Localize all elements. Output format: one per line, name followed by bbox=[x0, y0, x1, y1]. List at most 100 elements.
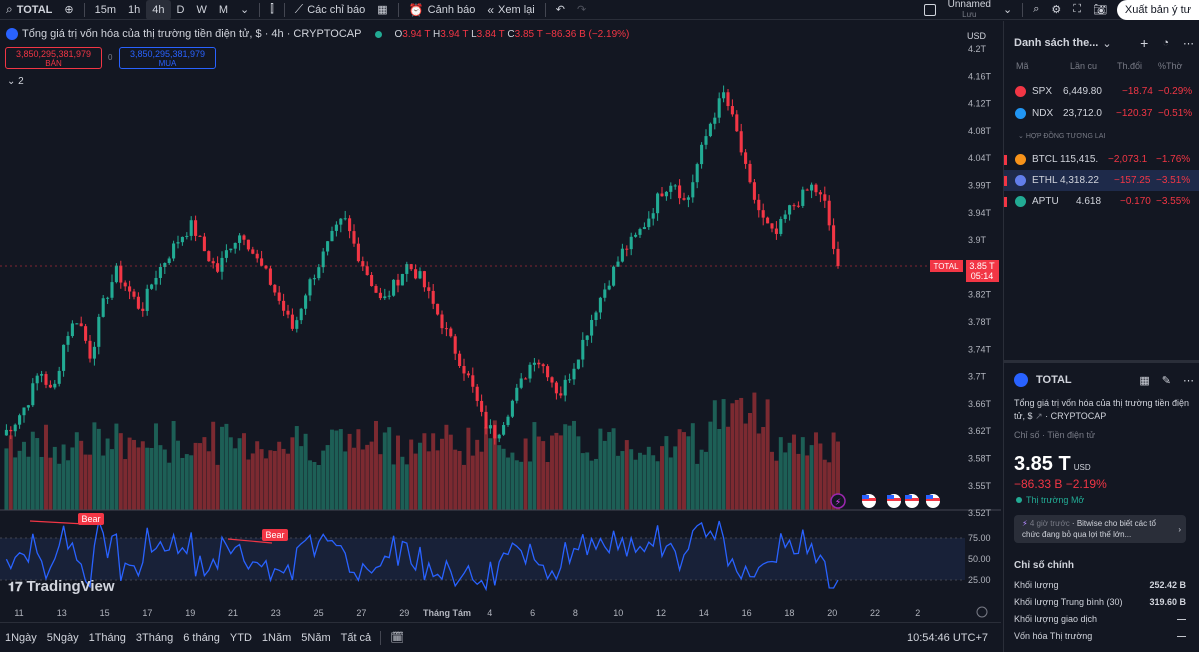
panel-divider[interactable] bbox=[1004, 360, 1199, 363]
range-1m[interactable]: 1Tháng bbox=[84, 632, 131, 644]
watchlist-row-ethl[interactable]: ETHL 4,318.22 −157.25 −3.51% bbox=[1004, 170, 1199, 191]
interval-dropdown[interactable]: ⌄ bbox=[234, 0, 255, 20]
spx-logo-icon bbox=[1015, 86, 1026, 97]
buy-button[interactable]: 3,850,295,381,979 MUA bbox=[119, 47, 216, 69]
interval-15m[interactable]: 15m bbox=[89, 0, 122, 20]
range-3m[interactable]: 3Tháng bbox=[131, 632, 178, 644]
candle-body bbox=[744, 152, 748, 164]
price-tick-label: 3.99T bbox=[968, 181, 992, 191]
volume-bar bbox=[140, 441, 145, 510]
volume-bar bbox=[598, 428, 603, 510]
layout-checkbox[interactable] bbox=[918, 0, 942, 20]
volume-bar bbox=[374, 420, 378, 510]
right-panel: Danh sách the... ⌄ + ◔ ⋯ Mã Lần cu Th.đổ… bbox=[1003, 21, 1199, 652]
quick-search-button[interactable]: ⌕ bbox=[1027, 0, 1045, 20]
legend-title[interactable]: Tổng giá trị vốn hóa của thị trường tiền… bbox=[22, 28, 361, 40]
candle-body bbox=[678, 185, 682, 199]
interval-w[interactable]: W bbox=[190, 0, 212, 20]
volume-bar bbox=[48, 457, 53, 510]
price-tick-label: 3.82T bbox=[968, 290, 992, 300]
volume-bar bbox=[259, 449, 264, 510]
chevron-down-icon[interactable]: ⌄ bbox=[1102, 37, 1111, 50]
more-icon[interactable]: ⋯ bbox=[1183, 37, 1194, 50]
volume-bar bbox=[638, 452, 642, 510]
volume-bar bbox=[96, 428, 101, 510]
time-tick-label: 13 bbox=[57, 608, 67, 618]
interval-1h[interactable]: 1h bbox=[122, 0, 146, 20]
volume-bar bbox=[822, 459, 827, 510]
fullscreen-button[interactable]: ⛶ bbox=[1067, 0, 1087, 20]
volume-bar bbox=[453, 449, 458, 510]
date-range-icon[interactable]: 🗓︎ bbox=[385, 631, 409, 644]
indicators-collapse-toggle[interactable]: ⌄ 2 bbox=[7, 76, 24, 87]
volume-bar bbox=[360, 449, 365, 510]
edit-icon[interactable]: ✎ bbox=[1162, 374, 1171, 387]
snapshot-button[interactable]: 📷︎ bbox=[1087, 0, 1113, 20]
more-icon[interactable]: ⋯ bbox=[1183, 374, 1194, 387]
grid-icon[interactable]: ▦ bbox=[1139, 374, 1149, 387]
layout-name-button[interactable]: Unnamed Lưu bbox=[942, 0, 997, 20]
range-6m[interactable]: 6 tháng bbox=[178, 632, 225, 644]
settings-button[interactable]: ⚙ bbox=[1045, 0, 1067, 20]
candle-body bbox=[286, 310, 290, 315]
volume-bar bbox=[664, 436, 669, 510]
interval-d[interactable]: D bbox=[171, 0, 191, 20]
templates-button[interactable]: ▦ bbox=[371, 0, 393, 20]
chart-type-button[interactable]: ⫿ bbox=[264, 0, 280, 20]
layout-dropdown[interactable]: ⌄ bbox=[997, 0, 1018, 20]
candle-body bbox=[167, 258, 171, 263]
candle-body bbox=[154, 277, 158, 285]
watchlist-details-icon[interactable]: ◔ bbox=[1162, 37, 1169, 49]
volume-bar bbox=[563, 424, 568, 510]
compare-button[interactable]: ⊕ bbox=[58, 0, 79, 20]
volume-bar bbox=[286, 453, 290, 510]
candle-body bbox=[370, 275, 374, 287]
volume-bar bbox=[242, 433, 246, 510]
svg-text:⚡︎: ⚡︎ bbox=[835, 497, 841, 507]
candle-body bbox=[576, 359, 580, 369]
candle-body bbox=[475, 386, 479, 401]
alarm-icon: ⏰ bbox=[408, 2, 424, 17]
volume-bar bbox=[338, 429, 343, 510]
news-card[interactable]: ⚡︎ 4 giờ trước · Bitwise cho biết các tổ… bbox=[1014, 515, 1186, 543]
range-all[interactable]: Tất cả bbox=[336, 632, 377, 644]
watchlist-row-spx[interactable]: SPX 6,449.80 −18.74 −0.29% bbox=[1004, 81, 1199, 102]
candle-body bbox=[9, 429, 13, 432]
sell-button[interactable]: 3,850,295,381,979 BÁN bbox=[5, 47, 102, 69]
range-1d[interactable]: 1Ngày bbox=[0, 632, 42, 644]
candle-body bbox=[541, 364, 545, 367]
volume-bar bbox=[136, 447, 141, 510]
clock-label[interactable]: 10:54:46 UTC+7 bbox=[902, 632, 993, 644]
interval-4h[interactable]: 4h bbox=[146, 0, 171, 20]
publish-button[interactable]: Xuất bản ý tư bbox=[1116, 0, 1199, 20]
range-1y[interactable]: 1Năm bbox=[257, 632, 296, 644]
volume-bar bbox=[334, 430, 339, 510]
redo-button[interactable]: ↷ bbox=[571, 0, 592, 20]
symbol-search[interactable]: ⌕ TOTAL bbox=[0, 0, 58, 20]
watchlist-row-ndx[interactable]: NDX 23,712.0 −120.37 −0.51% bbox=[1004, 103, 1199, 124]
price-chart[interactable]: Bear Bear 4.2T 4.16T 4.12T 4.08T 4.04T 3.99T 3… bbox=[0, 21, 1001, 622]
alerts-button[interactable]: ⏰ Cảnh báo bbox=[403, 0, 482, 20]
volume-bar bbox=[523, 438, 528, 510]
volume-bar bbox=[690, 423, 695, 510]
chart-area[interactable]: Bear Bear 4.2T 4.16T 4.12T 4.08T 4.04T 3.99T 3… bbox=[0, 21, 1001, 622]
replay-button[interactable]: «Xem lại bbox=[481, 0, 540, 20]
status-dot bbox=[375, 30, 383, 38]
futures-group-header[interactable]: ⌄ HỢP ĐỒNG TƯƠNG LAI bbox=[1018, 132, 1105, 140]
volume-bar bbox=[633, 459, 638, 510]
watchlist-title[interactable]: Danh sách the... bbox=[1014, 37, 1098, 49]
external-link-icon: ↗ bbox=[1035, 411, 1043, 421]
range-ytd[interactable]: YTD bbox=[225, 632, 257, 644]
bear-divergence-line-1 bbox=[29, 520, 86, 525]
watchlist-row-btcl[interactable]: BTCL 115,415. −2,073.1 −1.76% bbox=[1004, 149, 1199, 170]
undo-button[interactable]: ↶ bbox=[550, 0, 571, 20]
add-symbol-icon[interactable]: + bbox=[1140, 35, 1148, 51]
candle-body bbox=[326, 241, 330, 252]
range-5y[interactable]: 5Năm bbox=[296, 632, 335, 644]
watchlist-row-aptu[interactable]: APTU 4.618 −0.170 −3.55% bbox=[1004, 191, 1199, 212]
range-5d[interactable]: 5Ngày bbox=[42, 632, 84, 644]
indicators-button[interactable]: ⟋ Các chỉ báo bbox=[289, 0, 372, 20]
interval-m[interactable]: M bbox=[213, 0, 234, 20]
volume-bar bbox=[404, 464, 409, 510]
currency-label[interactable]: USD bbox=[967, 31, 986, 41]
